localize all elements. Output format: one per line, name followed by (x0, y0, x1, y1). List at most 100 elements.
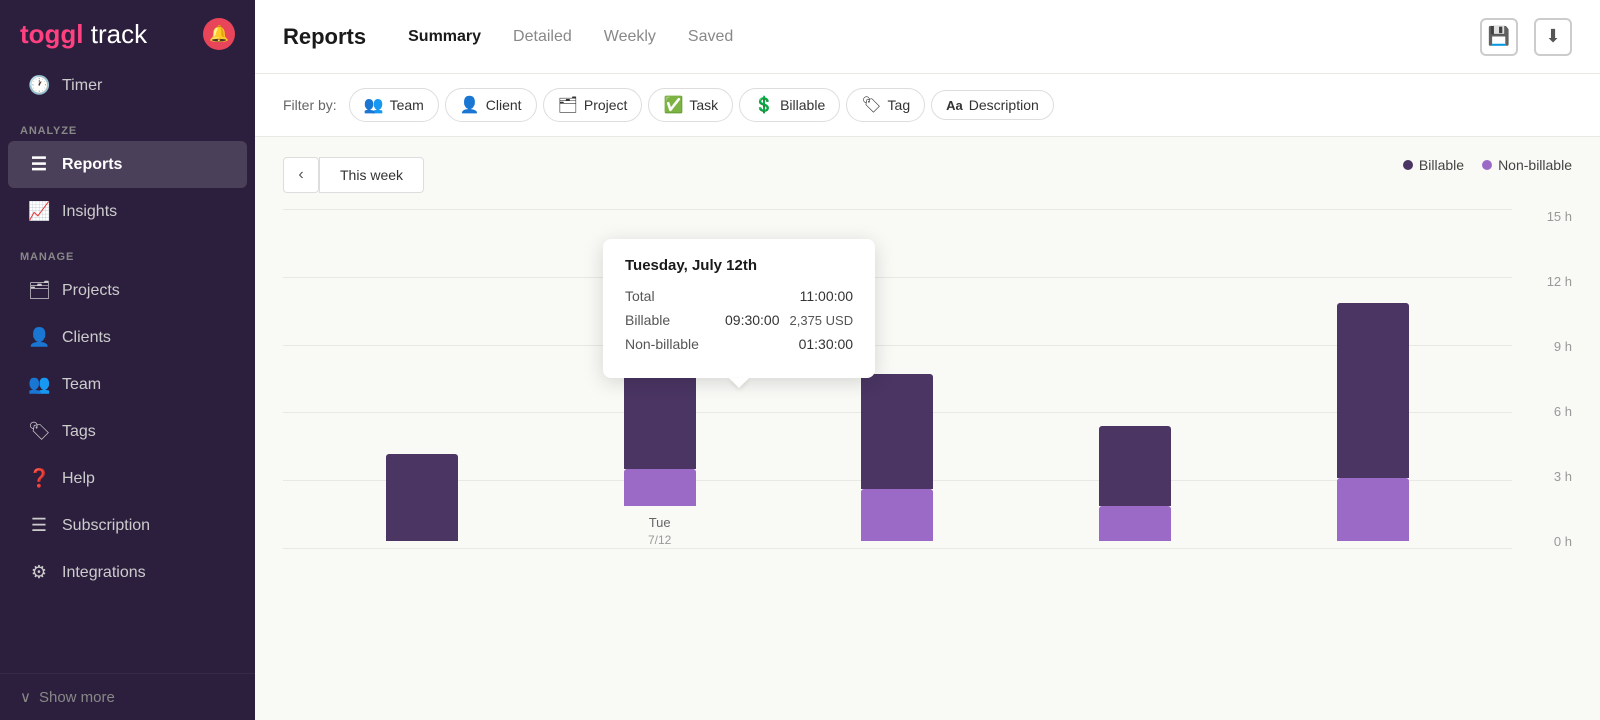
sidebar-item-tags-label: Tags (62, 423, 96, 441)
date-range-picker[interactable]: This week (319, 157, 424, 193)
project-filter-icon: 🗂 (558, 95, 578, 115)
timer-icon: 🕐 (28, 75, 50, 96)
sidebar-item-projects[interactable]: 🗂 Projects (8, 267, 247, 314)
header-left: Reports Summary Detailed Weekly Saved (283, 22, 747, 52)
bar-stack-5 (1337, 303, 1409, 541)
y-label-15h: 15 h (1547, 209, 1572, 224)
app-logo: toggl track (20, 19, 147, 50)
sidebar-item-integrations[interactable]: ⚙ Integrations (8, 549, 247, 596)
chart-legend: Billable Non-billable (1403, 157, 1572, 173)
tooltip-non-billable-row: Non-billable 01:30:00 (625, 336, 853, 352)
sidebar-item-team[interactable]: 👥 Team (8, 361, 247, 408)
y-label-6h: 6 h (1554, 404, 1572, 419)
filter-client-label: Client (486, 97, 522, 113)
clients-icon: 👤 (28, 327, 50, 348)
save-report-button[interactable]: 💾 (1480, 18, 1518, 56)
bar-group-3[interactable] (861, 374, 933, 549)
sidebar-item-tags[interactable]: 🏷 Tags (8, 408, 247, 455)
legend-non-billable: Non-billable (1482, 157, 1572, 173)
tags-icon: 🏷 (28, 421, 50, 442)
billable-dot (1403, 160, 1413, 170)
filter-billable-label: Billable (780, 97, 825, 113)
sidebar-item-team-label: Team (62, 376, 101, 394)
team-icon: 👥 (28, 374, 50, 395)
y-label-9h: 9 h (1554, 339, 1572, 354)
sidebar-item-help[interactable]: ❓ Help (8, 455, 247, 502)
billable-filter-icon: 💲 (754, 95, 774, 115)
sidebar-item-subscription[interactable]: ☰ Subscription (8, 502, 247, 549)
manage-section-label: MANAGE (0, 235, 255, 267)
bar-chart: 15 h 12 h 9 h 6 h 3 h 0 h (283, 209, 1572, 589)
bar-stack-3 (861, 374, 933, 541)
download-icon: ⬇ (1545, 26, 1560, 47)
bars-wrapper: Tue 7/12 (283, 209, 1512, 549)
sidebar-item-reports-label: Reports (62, 156, 122, 174)
team-filter-icon: 👥 (364, 95, 384, 115)
filter-team[interactable]: 👥 Team (349, 88, 439, 122)
prev-period-button[interactable]: ‹ (283, 157, 319, 193)
bar-stack-1 (386, 454, 458, 541)
filter-task[interactable]: ✅ Task (648, 88, 733, 122)
filter-tag-label: Tag (888, 97, 911, 113)
reports-icon: ☰ (28, 154, 50, 175)
filter-tag[interactable]: 🏷 Tag (846, 88, 925, 122)
bar-group-1[interactable] (386, 454, 458, 549)
tooltip-billable-value: 09:30:00 (725, 312, 780, 328)
legend-billable-label: Billable (1419, 157, 1464, 173)
tab-detailed[interactable]: Detailed (499, 22, 586, 52)
sidebar-nav: 🕐 Timer ANALYZE ☰ Reports 📈 Insights MAN… (0, 62, 255, 673)
insights-icon: 📈 (28, 201, 50, 222)
bar-non-billable-3 (861, 489, 933, 541)
report-tabs: Summary Detailed Weekly Saved (394, 22, 747, 52)
sidebar: toggl track 🔔 🕐 Timer ANALYZE ☰ Reports … (0, 0, 255, 720)
bar-non-billable-5 (1337, 478, 1409, 541)
non-billable-dot (1482, 160, 1492, 170)
client-filter-icon: 👤 (460, 95, 480, 115)
sidebar-item-reports[interactable]: ☰ Reports (8, 141, 247, 188)
chart-nav-controls: ‹ This week (283, 157, 1572, 193)
bar-billable-1 (386, 454, 458, 541)
header-actions: 💾 ⬇ (1480, 18, 1572, 56)
main-content: Reports Summary Detailed Weekly Saved 💾 … (255, 0, 1600, 720)
bar-group-5[interactable] (1337, 303, 1409, 549)
sidebar-item-subscription-label: Subscription (62, 517, 150, 535)
sidebar-item-clients[interactable]: 👤 Clients (8, 314, 247, 361)
description-filter-icon: Aa (946, 98, 963, 113)
tab-saved[interactable]: Saved (674, 22, 747, 52)
bar-non-billable-2 (624, 469, 696, 506)
tooltip-title: Tuesday, July 12th (625, 257, 853, 274)
analyze-section-label: ANALYZE (0, 109, 255, 141)
tooltip-non-billable-value: 01:30:00 (799, 336, 854, 352)
download-report-button[interactable]: ⬇ (1534, 18, 1572, 56)
projects-icon: 🗂 (28, 280, 50, 301)
filter-label: Filter by: (283, 97, 337, 113)
tab-summary[interactable]: Summary (394, 22, 495, 52)
sidebar-item-projects-label: Projects (62, 282, 120, 300)
y-axis-labels: 15 h 12 h 9 h 6 h 3 h 0 h (1517, 209, 1572, 549)
show-more-button[interactable]: ∨ Show more (0, 673, 255, 720)
tooltip-total-value: 11:00:00 (800, 288, 853, 304)
filter-description[interactable]: Aa Description (931, 90, 1054, 120)
sidebar-item-insights[interactable]: 📈 Insights (8, 188, 247, 235)
bar-tooltip: Tuesday, July 12th Total 11:00:00 Billab… (603, 239, 875, 378)
filter-project[interactable]: 🗂 Project (543, 88, 643, 122)
filter-billable[interactable]: 💲 Billable (739, 88, 840, 122)
notification-bell[interactable]: 🔔 (203, 18, 235, 50)
subscription-icon: ☰ (28, 515, 50, 536)
bar-non-billable-4 (1099, 506, 1171, 541)
tag-filter-icon: 🏷 (861, 95, 881, 115)
bar-group-4[interactable] (1099, 426, 1171, 549)
tooltip-billable-row: Billable 09:30:00 2,375 USD (625, 312, 853, 328)
sidebar-item-integrations-label: Integrations (62, 564, 146, 582)
save-icon: 💾 (1488, 26, 1510, 47)
tooltip-total-row: Total 11:00:00 (625, 288, 853, 304)
sidebar-item-timer[interactable]: 🕐 Timer (8, 62, 247, 109)
tab-weekly[interactable]: Weekly (590, 22, 670, 52)
y-label-0h: 0 h (1554, 534, 1572, 549)
tooltip-total-label: Total (625, 288, 725, 304)
show-more-label: Show more (39, 689, 115, 706)
filter-client[interactable]: 👤 Client (445, 88, 537, 122)
integrations-icon: ⚙ (28, 562, 50, 583)
tooltip-billable-amount: 2,375 USD (790, 313, 854, 328)
sidebar-item-insights-label: Insights (62, 203, 117, 221)
